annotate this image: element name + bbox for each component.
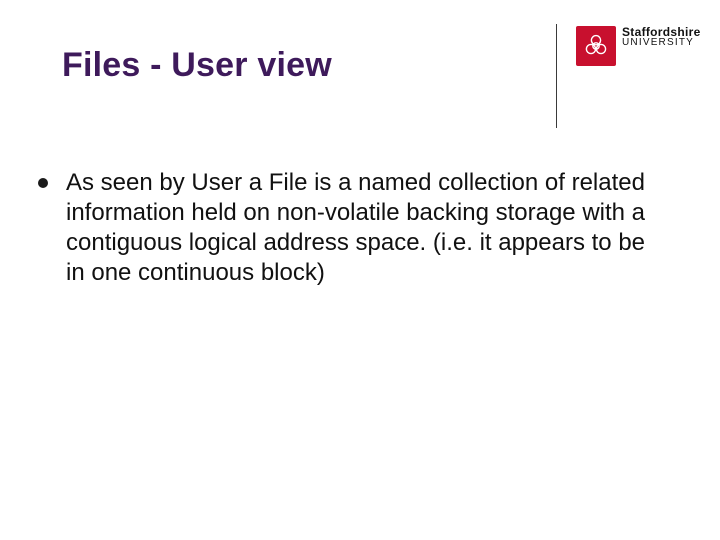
biohazard-icon [584, 34, 608, 58]
logo-text: Staffordshire UNIVERSITY [622, 26, 701, 48]
university-logo: Staffordshire UNIVERSITY [576, 26, 696, 88]
logo-line2: UNIVERSITY [622, 38, 701, 48]
logo-mark-icon [576, 26, 616, 66]
bullet-dot-icon [38, 178, 48, 188]
slide-title: Files - User view [62, 46, 332, 85]
bullet-item: As seen by User a File is a named collec… [38, 168, 666, 288]
header-divider [556, 24, 557, 128]
bullet-text: As seen by User a File is a named collec… [66, 168, 666, 288]
slide-body: As seen by User a File is a named collec… [38, 168, 666, 288]
slide: Files - User view Staffordshire UNIVERSI… [0, 0, 720, 540]
